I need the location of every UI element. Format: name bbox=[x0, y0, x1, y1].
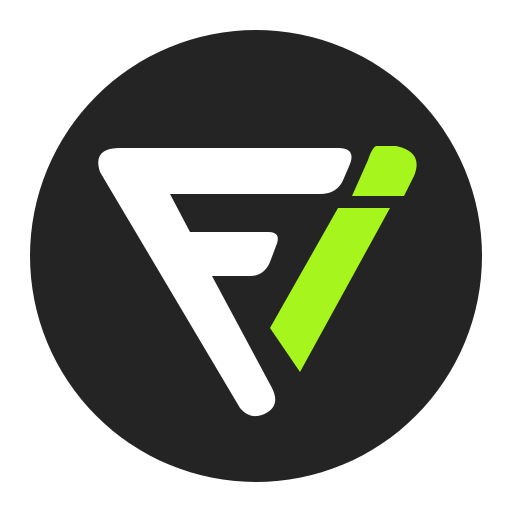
fi-logo-icon bbox=[30, 30, 482, 482]
app-icon bbox=[0, 0, 512, 512]
